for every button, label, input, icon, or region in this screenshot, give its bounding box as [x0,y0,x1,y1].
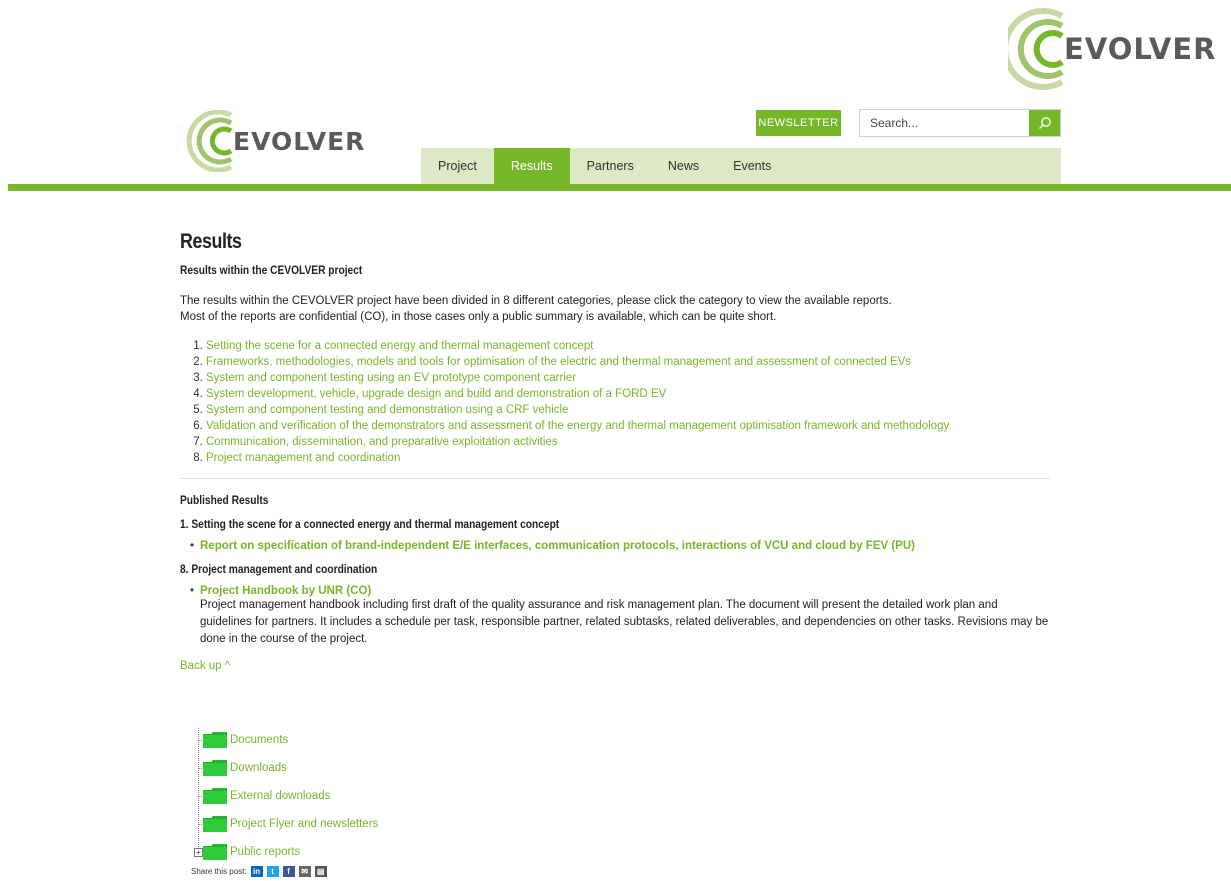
published-heading: Published Results [180,493,269,507]
category-link[interactable]: System development, vehicle, upgrade des… [206,388,666,400]
result-description: Project management handbook including fi… [200,599,1049,645]
logo-rings-icon [186,110,233,172]
search-button[interactable] [1029,110,1060,136]
folder-icon [203,816,227,832]
category-link[interactable]: Validation and verification of the demon… [206,420,949,432]
search-box [859,109,1061,137]
newsletter-button[interactable]: NEWSLETTER [756,110,841,136]
folder-icon [203,732,227,748]
folder-icon [203,760,227,776]
share-bar: Share this post: in t f ✉ ▤ [191,866,327,877]
tree-item-external-downloads[interactable]: External downloads [191,782,378,810]
nav-item-project[interactable]: Project [421,148,494,184]
expand-icon[interactable]: + [194,848,203,857]
result-link[interactable]: Project Handbook by UNR (CO) [200,585,1050,597]
section-heading: 1. Setting the scene for a connected ene… [180,517,560,531]
category-item: Frameworks, methodologies, models and to… [206,354,1050,370]
share-label: Share this post: [191,867,247,876]
category-item: Validation and verification of the demon… [206,418,1050,434]
logo-wordmark: EVOLVER [1064,32,1217,66]
tree-item-label: External downloads [230,790,331,802]
category-link[interactable]: Setting the scene for a connected energy… [206,340,593,352]
section-heading: 8. Project management and coordination [180,562,378,576]
folder-tree: Documents Downloads External downloads P… [191,726,378,866]
tree-item-label: Public reports [230,846,301,858]
result-list: Report on specification of brand-indepen… [190,540,1050,552]
result-list: Project Handbook by UNR (CO) Project man… [190,585,1050,648]
category-item: System and component testing using an EV… [206,370,1050,386]
category-item: Communication, dissemination, and prepar… [206,434,1050,450]
search-icon [1038,117,1051,129]
search-input[interactable] [860,110,1029,136]
folder-icon [203,844,227,860]
category-link[interactable]: Project management and coordination [206,452,400,464]
category-list: Setting the scene for a connected energy… [206,338,1050,466]
back-up-link[interactable]: Back up ^ [180,660,1050,672]
tree-item-label: Project Flyer and newsletters [230,818,379,830]
result-item: Report on specification of brand-indepen… [190,540,1050,552]
nav-item-results[interactable]: Results [493,148,570,184]
divider [180,478,1050,479]
twitter-icon[interactable]: t [266,866,279,877]
result-item: Project Handbook by UNR (CO) Project man… [190,585,1050,648]
facebook-icon[interactable]: f [282,866,295,877]
main-nav: Project Results Partners News Events [421,148,1061,184]
category-link[interactable]: System and component testing and demonst… [206,404,568,416]
page-subtitle: Results within the CEVOLVER project [180,263,363,277]
tree-item-documents[interactable]: Documents [191,726,378,754]
header-divider [8,184,1231,191]
email-icon[interactable]: ✉ [298,866,311,877]
intro-line: Most of the reports are confidential (CO… [180,311,777,323]
category-item: System and component testing and demonst… [206,402,1050,418]
brand-logo-top[interactable]: EVOLVER [1008,8,1216,90]
tree-item-label: Documents [230,734,289,746]
brand-logo[interactable]: EVOLVER [185,110,365,172]
category-link[interactable]: System and component testing using an EV… [206,372,576,384]
folder-icon [203,788,227,804]
tree-item-public-reports[interactable]: + Public reports [191,838,378,866]
linkedin-icon[interactable]: in [250,866,263,877]
print-icon[interactable]: ▤ [314,866,327,877]
category-item: System development, vehicle, upgrade des… [206,386,1050,402]
tree-item-project-flyer[interactable]: Project Flyer and newsletters [191,810,378,838]
nav-item-partners[interactable]: Partners [570,148,651,184]
tree-item-label: Downloads [230,762,287,774]
tree-item-downloads[interactable]: Downloads [191,754,378,782]
page-title: Results [180,230,242,253]
main-content: Results Results within the CEVOLVER proj… [180,230,1050,672]
intro-text: The results within the CEVOLVER project … [180,293,1050,325]
nav-item-news[interactable]: News [651,148,716,184]
logo-wordmark: EVOLVER [233,126,366,156]
logo-rings-icon [1008,8,1064,90]
category-link[interactable]: Frameworks, methodologies, models and to… [206,356,911,368]
nav-item-events[interactable]: Events [716,148,788,184]
category-item: Project management and coordination [206,450,1050,466]
intro-line: The results within the CEVOLVER project … [180,295,892,307]
result-link[interactable]: Report on specification of brand-indepen… [200,540,915,552]
category-link[interactable]: Communication, dissemination, and prepar… [206,436,558,448]
category-item: Setting the scene for a connected energy… [206,338,1050,354]
